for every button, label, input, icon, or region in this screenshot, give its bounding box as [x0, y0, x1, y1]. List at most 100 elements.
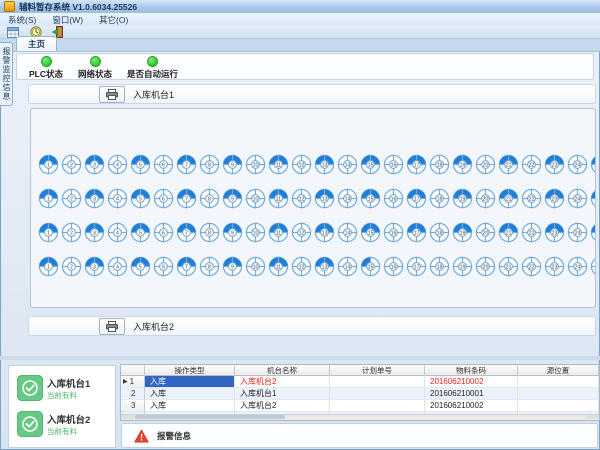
reel-slot-1-15: 15: [360, 154, 381, 175]
reel-icon: 10: [245, 188, 266, 209]
svg-text:12: 12: [299, 231, 305, 237]
cell-3-5[interactable]: [518, 400, 599, 412]
scroll-left-arrow[interactable]: [121, 415, 134, 419]
reel-icon: 16: [383, 154, 404, 175]
reel-slot-1-25: 25: [590, 154, 596, 175]
svg-text:14: 14: [345, 231, 351, 237]
reel-icon: 5: [130, 222, 151, 243]
cell-2-3[interactable]: [330, 388, 425, 400]
cell-2-1[interactable]: 入库: [145, 388, 235, 400]
reel-icon: 5: [130, 154, 151, 175]
cell-3-3[interactable]: [330, 400, 425, 412]
alarm-panel: 报警信息: [121, 423, 598, 448]
reel-slot-1-17: 17: [406, 154, 427, 175]
scrollbar-thumb[interactable]: [135, 415, 285, 419]
reel-icon: 15: [360, 222, 381, 243]
reel-icon: 2: [61, 222, 82, 243]
menu-system[interactable]: 系统(S): [8, 14, 36, 26]
reel-slot-1-24: 24: [567, 154, 588, 175]
column-header-1[interactable]: 操作类型: [145, 365, 235, 376]
reel-icon: 12: [291, 188, 312, 209]
svg-text:9: 9: [231, 197, 234, 203]
cell-1-3[interactable]: [330, 376, 425, 388]
machine2-header: 入库机台2: [28, 316, 596, 336]
svg-text:1: 1: [47, 197, 50, 203]
reel-icon: 5: [130, 188, 151, 209]
cell-1-4[interactable]: 201606210002: [425, 376, 518, 388]
svg-text:19: 19: [460, 197, 466, 203]
table-horizontal-scrollbar[interactable]: [121, 414, 599, 420]
menu-other[interactable]: 其它(O): [99, 14, 128, 26]
reel-icon: 22: [521, 256, 542, 277]
reel-grid-panel: 1 2 3 4 5 6: [30, 108, 596, 308]
reel-icon: 6: [153, 222, 174, 243]
machine1-print-button[interactable]: [99, 86, 125, 103]
reel-slot-2-10: 10: [245, 188, 266, 209]
reel-icon: 9: [222, 256, 243, 277]
svg-text:2: 2: [70, 231, 73, 237]
column-header-5[interactable]: 源位置: [518, 365, 599, 376]
row-header-2[interactable]: 2: [121, 388, 145, 400]
column-header-4[interactable]: 物料条码: [425, 365, 518, 376]
station-card-2: 入库机台2 当前有料: [15, 408, 109, 442]
reel-slot-3-21: 21: [498, 222, 519, 243]
reel-slot-2-16: 16: [383, 188, 404, 209]
reel-slot-4-25: 25: [590, 256, 596, 277]
reel-slot-2-25: 25: [590, 188, 596, 209]
cell-1-5[interactable]: [518, 376, 599, 388]
reel-slot-3-4: 4: [107, 222, 128, 243]
side-dock-tab[interactable]: 报警监控信息: [0, 42, 13, 106]
machine2-title: 入库机台2: [133, 320, 174, 333]
table-row-2[interactable]: 2入库入库机台1 201606210001: [121, 388, 599, 400]
svg-text:5: 5: [139, 163, 142, 169]
svg-text:22: 22: [529, 231, 535, 237]
cell-2-2[interactable]: 入库机台1: [235, 388, 330, 400]
svg-text:22: 22: [529, 197, 535, 203]
reel-icon: 20: [475, 188, 496, 209]
svg-text:15: 15: [368, 197, 374, 203]
reel-slot-4-12: 12: [291, 256, 312, 277]
column-header-2[interactable]: 机台名称: [235, 365, 330, 376]
cell-3-1[interactable]: 入库: [145, 400, 235, 412]
reel-icon: 8: [199, 222, 220, 243]
svg-text:16: 16: [391, 231, 397, 237]
cell-1-1[interactable]: 入库: [145, 376, 235, 388]
reel-icon: 8: [199, 154, 220, 175]
reel-icon: 22: [521, 154, 542, 175]
scroll-right-arrow[interactable]: [586, 415, 599, 419]
reel-slot-3-17: 17: [406, 222, 427, 243]
svg-text:22: 22: [529, 265, 535, 271]
reel-icon: 4: [107, 154, 128, 175]
table-row-1[interactable]: ▶1入库入库机台2 201606210002: [121, 376, 599, 388]
cell-1-2[interactable]: 入库机台2: [235, 376, 330, 388]
reel-icon: 1: [38, 188, 59, 209]
cell-3-4[interactable]: 201606210002: [425, 400, 518, 412]
reel-slot-3-15: 15: [360, 222, 381, 243]
cell-2-4[interactable]: 201606210001: [425, 388, 518, 400]
reel-slot-1-21: 21: [498, 154, 519, 175]
reel-icon: 12: [291, 222, 312, 243]
column-header-3[interactable]: 计划单号: [330, 365, 425, 376]
reel-icon: 4: [107, 256, 128, 277]
row-header-1[interactable]: ▶1: [121, 376, 145, 388]
operations-table: 操作类型机台名称计划单号物料条码源位置 ▶1入库入库机台2 201606210002…: [120, 364, 600, 421]
reel-slot-4-18: 18: [429, 256, 450, 277]
reel-icon: 18: [429, 222, 450, 243]
reel-slot-4-3: 3: [84, 256, 105, 277]
title-bar: 辅料暂存系统 V1.0.6034.25526: [0, 0, 600, 13]
reel-slot-4-11: 11: [268, 256, 289, 277]
reel-icon: 25: [590, 154, 596, 175]
table-row-3[interactable]: 3入库入库机台2 201606210002: [121, 400, 599, 412]
reel-slot-2-18: 18: [429, 188, 450, 209]
horizontal-splitter[interactable]: [0, 356, 600, 360]
station-card-1-status: 当前有料: [47, 390, 77, 401]
reel-slot-2-5: 5: [130, 188, 151, 209]
machine2-print-button[interactable]: [99, 318, 125, 335]
menu-window[interactable]: 窗口(W): [52, 14, 83, 26]
reel-slot-2-11: 11: [268, 188, 289, 209]
tab-home[interactable]: 主页: [16, 36, 57, 51]
cell-2-5[interactable]: [518, 388, 599, 400]
row-header-3[interactable]: 3: [121, 400, 145, 412]
reel-slot-2-3: 3: [84, 188, 105, 209]
cell-3-2[interactable]: 入库机台2: [235, 400, 330, 412]
